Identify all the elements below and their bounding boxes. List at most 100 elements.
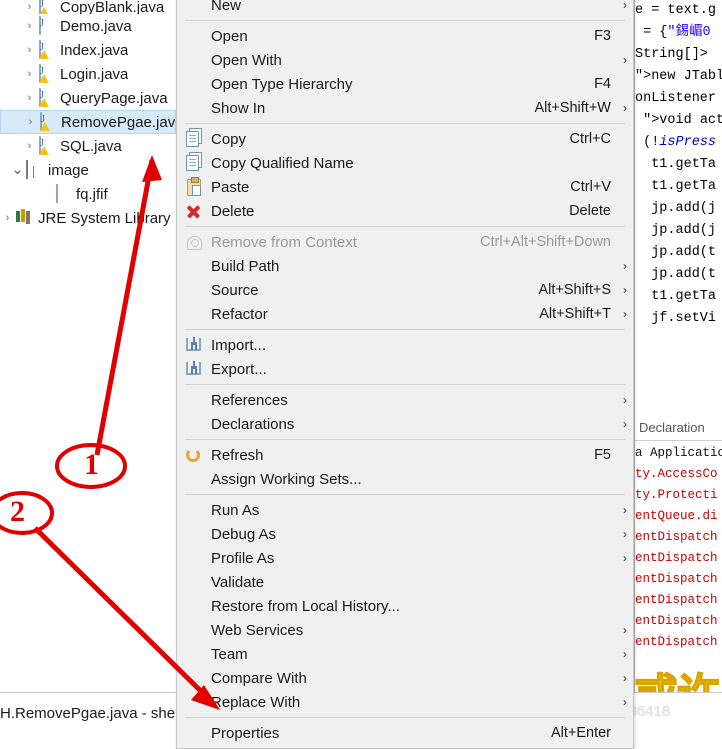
chevron-right-icon[interactable]: › — [22, 44, 37, 56]
menu-item-label: Paste — [211, 178, 250, 196]
menu-item-refactor[interactable]: Refactor Alt+Shift+T › — [177, 302, 633, 326]
chevron-right-icon[interactable]: › — [22, 140, 37, 152]
chevron-down-icon[interactable]: ⌄ — [10, 162, 25, 177]
menu-item-restore-from-local-history[interactable]: Restore from Local History...› — [177, 594, 633, 618]
menu-item-declarations[interactable]: Declarations › — [177, 412, 633, 436]
menu-item-debug-as[interactable]: Debug As › — [177, 522, 633, 546]
menu-icon-slot — [177, 74, 211, 94]
tree-item-label: fq.jfif — [76, 185, 108, 203]
code-line: (!isPress — [635, 135, 717, 150]
menu-item-show-in[interactable]: Show In Alt+Shift+W › — [177, 96, 633, 120]
submenu-chevron-right-icon: › — [623, 0, 627, 12]
console-error-line: entDispatch — [635, 572, 718, 586]
menu-item-web-services[interactable]: Web Services › — [177, 618, 633, 642]
delete-icon — [177, 201, 211, 221]
import-icon — [177, 335, 211, 355]
menu-item-team[interactable]: Team › — [177, 642, 633, 666]
java-file-icon — [37, 88, 55, 107]
tree-item-demo-java[interactable]: › Demo.java — [0, 14, 176, 38]
code-line: t1.getTa — [635, 179, 717, 194]
menu-item-accelerator: Delete — [569, 203, 611, 219]
menu-item-label: Replace With — [211, 693, 301, 711]
menu-item-open[interactable]: OpenF3› — [177, 24, 633, 48]
menu-separator — [185, 494, 625, 495]
code-editor-pane[interactable]: e = text.g = {"錫嵋0 String[]> ">new JTable o… — [634, 0, 722, 414]
menu-icon-slot — [177, 414, 211, 434]
tree-item-image[interactable]: ⌄ image — [0, 158, 176, 182]
menu-item-export[interactable]: Export...› — [177, 357, 633, 381]
submenu-chevron-right-icon: › — [623, 259, 627, 273]
chevron-right-icon[interactable]: › — [22, 20, 37, 32]
tree-item-fq-jfif[interactable]: fq.jfif — [0, 182, 176, 206]
menu-item-source[interactable]: Source Alt+Shift+S › — [177, 278, 633, 302]
console-error-line: entDispatch — [635, 614, 718, 628]
menu-icon-slot — [177, 668, 211, 688]
menu-item-compare-with[interactable]: Compare With › — [177, 666, 633, 690]
menu-item-assign-working-sets[interactable]: Assign Working Sets...› — [177, 467, 633, 491]
declaration-console-pane[interactable]: Declaration a Applicatio ty.AccessCo ty.Pr… — [634, 414, 722, 692]
tree-item-querypage-java[interactable]: › QueryPage.java — [0, 86, 176, 110]
menu-item-replace-with[interactable]: Replace With › — [177, 690, 633, 714]
submenu-chevron-right-icon: › — [623, 283, 627, 297]
menu-item-references[interactable]: References › — [177, 388, 633, 412]
code-line: onListener — [635, 91, 717, 106]
menu-item-properties[interactable]: PropertiesAlt+Enter› — [177, 721, 633, 745]
menu-icon-slot — [177, 304, 211, 324]
chevron-right-icon[interactable]: › — [22, 68, 37, 80]
menu-item-paste[interactable]: PasteCtrl+V› — [177, 175, 633, 199]
menu-item-import[interactable]: Import...› — [177, 333, 633, 357]
tree-item-removepgae-java[interactable]: › RemovePgae.java — [0, 110, 176, 134]
menu-item-run-as[interactable]: Run As › — [177, 498, 633, 522]
java-file-icon — [37, 64, 55, 83]
menu-item-validate[interactable]: Validate› — [177, 570, 633, 594]
tree-item-index-java[interactable]: › Index.java — [0, 38, 176, 62]
menu-item-copy[interactable]: CopyCtrl+C› — [177, 127, 633, 151]
menu-item-label: Restore from Local History... — [211, 597, 400, 615]
menu-item-build-path[interactable]: Build Path › — [177, 254, 633, 278]
menu-item-delete[interactable]: DeleteDelete› — [177, 199, 633, 223]
java-file-icon — [37, 0, 55, 14]
menu-item-open-with[interactable]: Open With › — [177, 48, 633, 72]
code-line: jp.add(j — [635, 223, 717, 238]
file-icon — [53, 184, 71, 203]
remove-from-context-icon — [177, 232, 211, 252]
tree-item-copyblank-java[interactable]: › CopyBlank.java — [0, 0, 176, 14]
warning-marker-icon — [39, 74, 49, 83]
code-line: ">void acti — [643, 113, 722, 128]
menu-icon-slot — [177, 98, 211, 118]
menu-item-label: Open With — [211, 51, 282, 69]
menu-item-profile-as[interactable]: Profile As › — [177, 546, 633, 570]
package-icon — [25, 160, 43, 179]
tab-declaration[interactable]: Declaration — [635, 414, 722, 441]
menu-icon-slot — [177, 620, 211, 640]
status-bar-text: H.RemovePgae.java - she — [0, 705, 176, 722]
code-line: e = text.g — [635, 3, 717, 18]
file-context-menu[interactable]: New › Open F3 › Open With › Open Type Hierarchy… — [176, 0, 634, 749]
menu-item-label: Refresh — [211, 446, 264, 464]
menu-icon-slot — [177, 50, 211, 70]
menu-item-label: Source — [211, 281, 259, 299]
tree-item-sql-java[interactable]: › SQL.java — [0, 134, 176, 158]
menu-item-label: Open Type Hierarchy — [211, 75, 353, 93]
package-explorer-tree[interactable]: › CopyBlank.java › Demo.java › Index.java › Log… — [0, 0, 176, 692]
console-error-line: ty.Protecti — [635, 488, 718, 502]
chevron-right-icon[interactable]: › — [0, 212, 15, 224]
code-line: jp.add(t — [635, 267, 717, 282]
code-line: t1.getTa — [635, 157, 717, 172]
warning-marker-icon — [39, 98, 49, 107]
menu-separator — [185, 384, 625, 385]
menu-item-copy-qualified-name[interactable]: Copy Qualified Name› — [177, 151, 633, 175]
tree-item-jre-system-library[interactable]: › JRE System Library — [0, 206, 176, 230]
menu-item-open-type-hierarchy[interactable]: Open Type HierarchyF4› — [177, 72, 633, 96]
chevron-right-icon[interactable]: › — [23, 116, 38, 128]
console-error-line: ty.AccessCo — [635, 467, 718, 481]
menu-item-accelerator: F3 — [594, 28, 611, 44]
menu-item-refresh[interactable]: RefreshF5› — [177, 443, 633, 467]
menu-icon-slot — [177, 26, 211, 46]
menu-item-new[interactable]: New › — [177, 0, 633, 17]
chevron-right-icon[interactable]: › — [22, 92, 37, 104]
chevron-right-icon[interactable]: › — [22, 1, 37, 13]
menu-icon-slot — [177, 0, 211, 15]
tree-item-login-java[interactable]: › Login.java — [0, 62, 176, 86]
warning-marker-icon — [39, 7, 49, 14]
